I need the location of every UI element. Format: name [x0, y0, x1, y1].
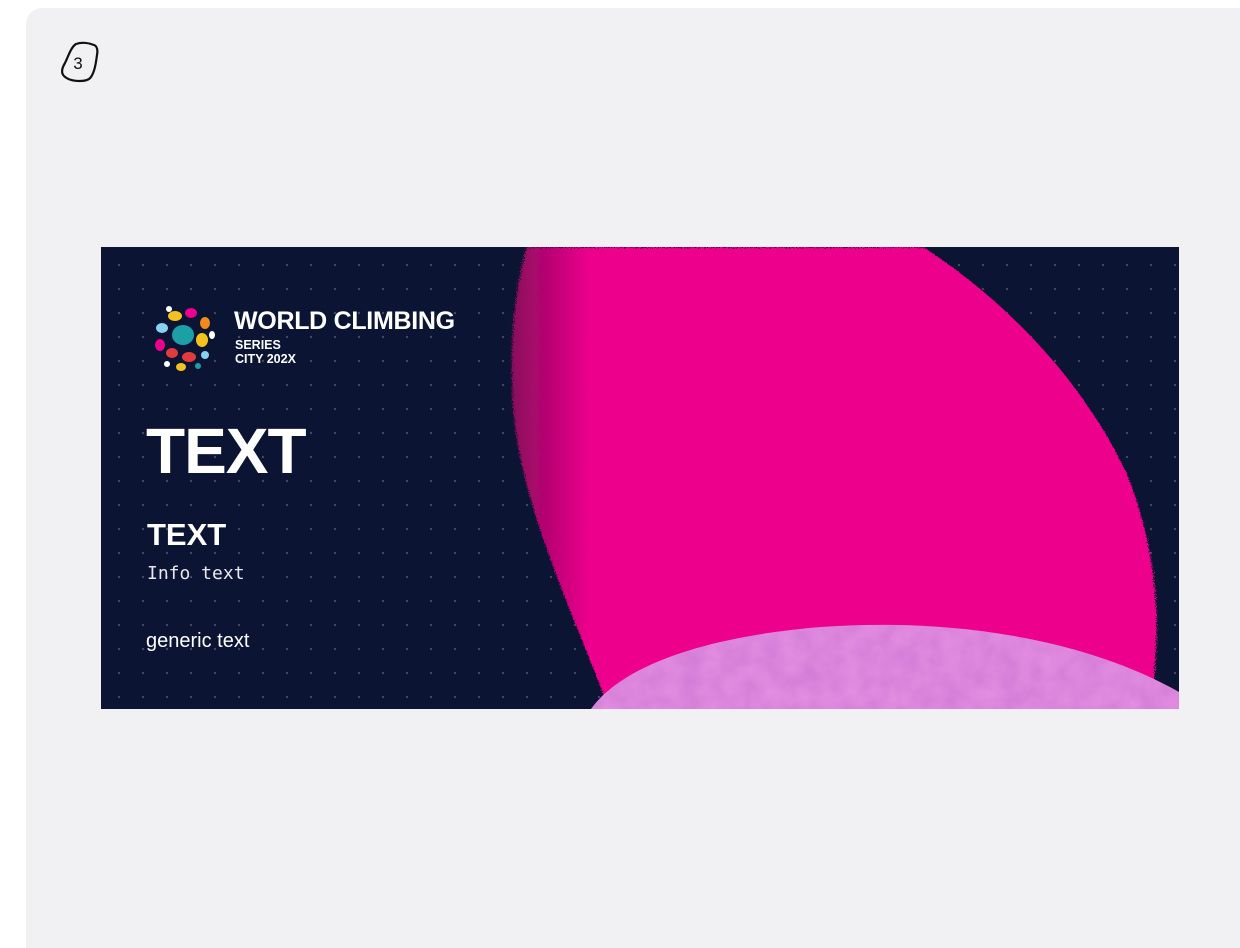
- banner-subheadline: TEXT: [147, 517, 227, 552]
- logo-subtitle-city: CITY 202X: [235, 352, 296, 366]
- logo-title: WORLD CLIMBING: [234, 307, 455, 335]
- banner-headline: TEXT: [146, 415, 307, 487]
- event-banner: WORLD CLIMBING SERIES CITY 202X TEXT TEX…: [101, 247, 1179, 709]
- step-badge: 3: [56, 38, 104, 86]
- banner-info-text: Info text: [147, 563, 245, 584]
- banner-generic-text: generic text: [146, 630, 250, 652]
- logo-subtitle-series: SERIES: [235, 338, 281, 352]
- climbing-holds-logo-icon: [147, 301, 219, 373]
- step-number: 3: [73, 54, 83, 73]
